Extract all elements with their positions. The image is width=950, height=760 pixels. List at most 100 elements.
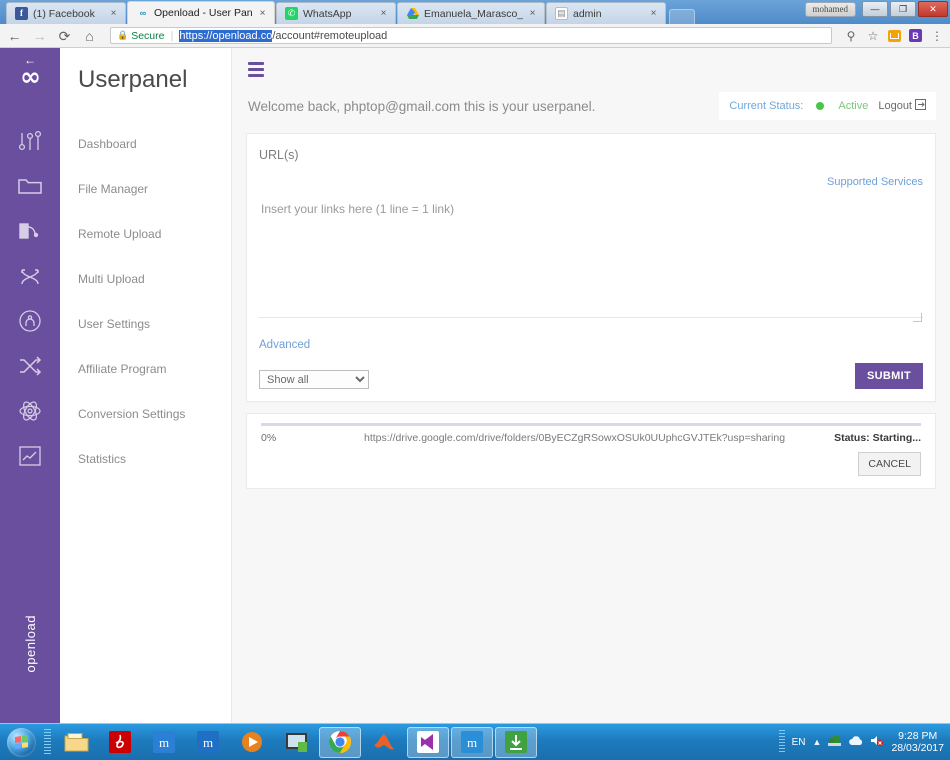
tab-title: WhatsApp [303,7,352,20]
browser-tab-admin[interactable]: ▤ admin × [546,2,666,24]
welcome-row: Welcome back, phptop@gmail.com this is y… [246,91,936,121]
cancel-row: CANCEL [261,452,921,476]
forward-icon[interactable]: → [31,29,48,43]
svg-text:m: m [159,735,169,750]
sidebar-item-conversion-settings[interactable]: Conversion Settings [60,392,231,437]
logout-label: Logout [878,100,912,112]
shuffle-icon[interactable] [0,343,60,388]
reload-icon[interactable]: ⟳ [56,29,73,43]
taskbar-downloader-icon[interactable] [495,726,537,758]
address-bar[interactable]: 🔒 Secure | https://openload.co/account#r… [110,27,832,44]
atom-icon[interactable] [0,388,60,433]
taskbar-visual-studio-icon[interactable] [407,726,449,758]
browser-tab-facebook[interactable]: f (1) Facebook × [6,2,126,24]
tray-language[interactable]: EN [792,737,806,748]
cancel-button[interactable]: CANCEL [858,452,921,476]
remote-upload-icon[interactable] [0,208,60,253]
browser-tab-whatsapp[interactable]: ✆ WhatsApp × [276,2,396,24]
minimize-button[interactable]: — [862,1,888,17]
sliders-icon[interactable] [0,118,60,163]
taskbar-screen-capture-icon[interactable] [275,727,317,758]
menu-icon[interactable] [246,48,264,77]
logout-icon [915,99,926,113]
links-textarea-wrap [259,202,923,323]
multi-upload-icon[interactable] [0,253,60,298]
urls-label: URL(s) [259,148,299,162]
back-icon[interactable]: ← [6,29,23,43]
advanced-link[interactable]: Advanced [259,339,923,351]
remote-upload-card: URL(s) Supported Services Advanced Show … [246,133,936,402]
user-icon[interactable] [0,298,60,343]
tab-title: Openload - User Panel [154,7,253,19]
taskbar-maxthon-icon[interactable]: m [143,727,185,758]
close-icon[interactable]: × [108,8,119,19]
close-icon[interactable]: × [378,8,389,19]
volume-muted-icon[interactable] [870,734,884,750]
links-input[interactable] [259,202,923,318]
controls-row: Show all SUBMIT [259,363,923,389]
close-icon[interactable]: × [527,8,538,19]
show-all-select[interactable]: Show all [259,370,369,389]
home-icon[interactable]: ⌂ [81,29,98,43]
whatsapp-icon: ✆ [285,7,298,20]
tab-strip: f (1) Facebook × ∞ Openload - User Panel… [0,0,950,24]
status-dot-icon [816,102,825,110]
extension-b-icon[interactable]: B [909,29,922,42]
sidebar-item-multi-upload[interactable]: Multi Upload [60,257,231,302]
chart-icon[interactable] [0,433,60,478]
logout-button[interactable]: Logout [878,99,926,113]
tab-title: admin [573,7,602,20]
close-button[interactable]: ✕ [918,1,948,17]
cloud-icon[interactable] [848,735,863,749]
folder-icon[interactable] [0,163,60,208]
sidebar-item-remote-upload[interactable]: Remote Upload [60,212,231,257]
google-drive-icon [406,7,419,20]
taskbar-media-player-icon[interactable] [231,727,273,758]
tray-grip [778,730,785,754]
taskbar-explorer-icon[interactable] [55,727,97,758]
windows-taskbar: m m m EN ▲ 9:28 PM 28/03/2017 [0,723,950,760]
welcome-message: Welcome back, phptop@gmail.com this is y… [248,98,596,114]
taskbar-maxthon3-icon[interactable]: m [451,726,493,758]
submit-button[interactable]: SUBMIT [855,363,923,389]
system-tray: EN ▲ 9:28 PM 28/03/2017 [778,730,950,754]
taskbar-matlab-icon[interactable] [363,727,405,758]
sidebar-item-file-manager[interactable]: File Manager [60,167,231,212]
window-controls: mohamed — ❐ ✕ [804,1,948,17]
browser-window: f (1) Facebook × ∞ Openload - User Panel… [0,0,950,723]
browser-toolbar: ← → ⟳ ⌂ 🔒 Secure | https://openload.co/a… [0,24,950,48]
start-button[interactable] [2,726,40,759]
maximize-button[interactable]: ❐ [890,1,916,17]
resize-handle[interactable] [913,313,922,322]
sidebar-item-user-settings[interactable]: User Settings [60,302,231,347]
sidebar-item-dashboard[interactable]: Dashboard [60,122,231,167]
supported-services-link[interactable]: Supported Services [259,176,923,188]
show-hidden-icons-button[interactable]: ▲ [813,737,822,747]
close-icon[interactable]: × [648,8,659,19]
progress-row: 0% https://drive.google.com/drive/folder… [261,432,921,444]
sidebar-item-statistics[interactable]: Statistics [60,437,231,482]
taskbar-maxthon2-icon[interactable]: m [187,727,229,758]
toolbar-grip[interactable] [44,729,51,755]
new-tab-button[interactable] [669,9,695,24]
taskbar-adobe-reader-icon[interactable] [99,727,141,758]
menu-dots-icon[interactable]: ⋮ [930,29,944,43]
brand-vertical-label: openload [22,614,38,673]
omnibox-separator: | [170,29,174,42]
browser-tab-drive[interactable]: Emanuela_Marasco_sma × [397,2,545,24]
svg-text:m: m [203,735,213,750]
extension-orange-icon[interactable] [888,29,901,42]
openload-logo-icon[interactable]: ∞ [20,64,41,89]
clock[interactable]: 9:28 PM 28/03/2017 [891,730,944,754]
star-icon[interactable]: ☆ [866,29,880,43]
status-badge: Current Status: Active Logout [719,92,936,120]
taskbar-chrome-icon[interactable] [319,726,361,758]
sidebar-item-affiliate-program[interactable]: Affiliate Program [60,347,231,392]
clock-date: 28/03/2017 [891,742,944,754]
progress-status: Status: Starting... [834,432,921,444]
progress-bar [261,423,921,426]
cast-icon[interactable]: ⚲ [844,29,858,43]
close-icon[interactable]: × [257,8,268,19]
browser-tab-openload[interactable]: ∞ Openload - User Panel × [127,1,275,24]
network-icon[interactable] [828,734,842,750]
